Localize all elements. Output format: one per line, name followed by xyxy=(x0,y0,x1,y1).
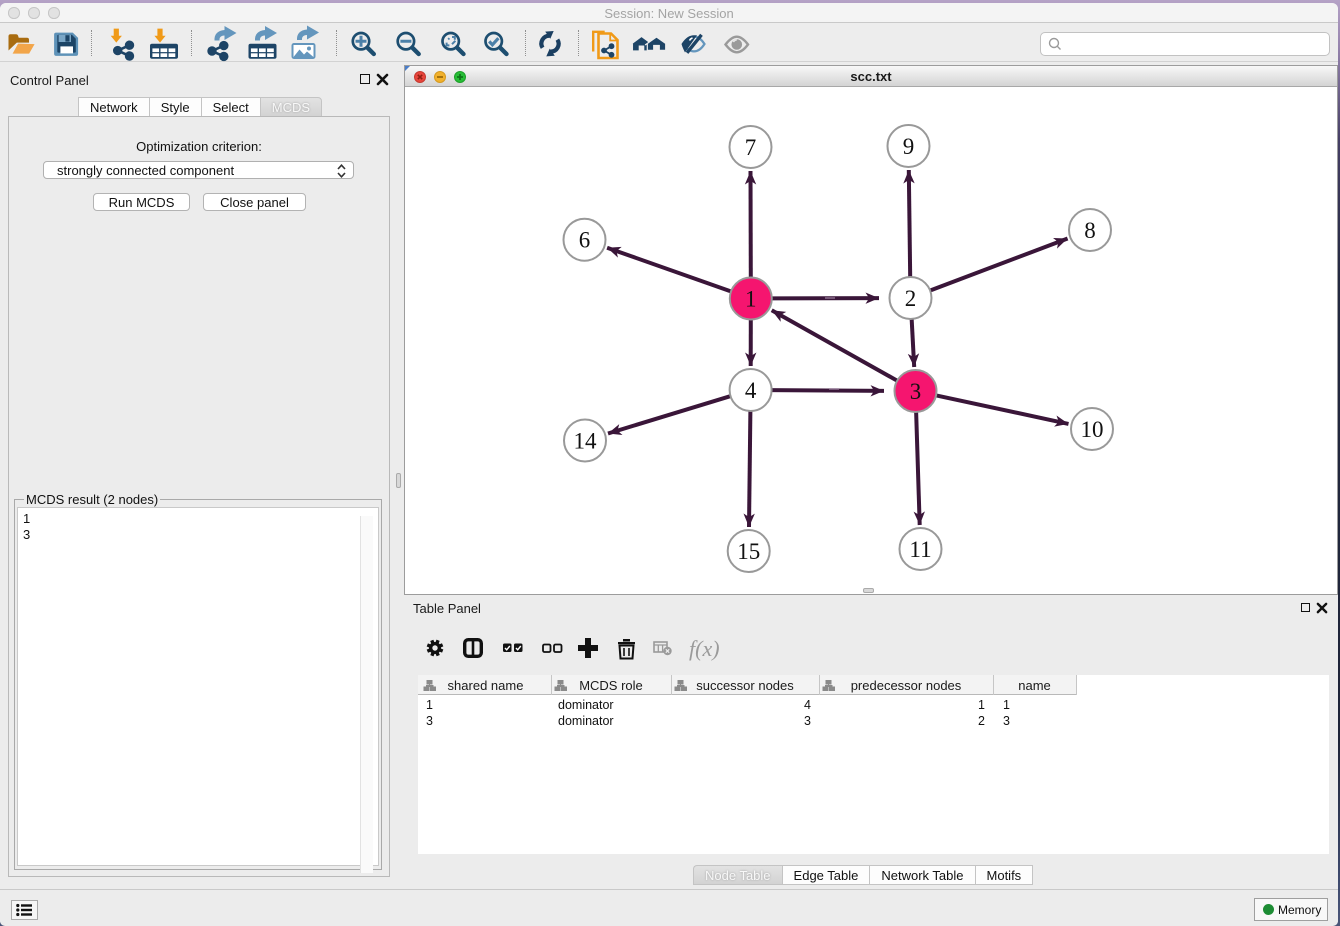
svg-text:11: 11 xyxy=(909,537,931,562)
svg-text:4: 4 xyxy=(745,378,757,403)
svg-text:2: 2 xyxy=(905,286,917,311)
svg-text:7: 7 xyxy=(745,135,757,160)
svg-text:6: 6 xyxy=(579,228,591,253)
svg-text:1: 1 xyxy=(745,287,757,312)
svg-text:8: 8 xyxy=(1084,218,1096,243)
svg-text:9: 9 xyxy=(903,134,915,159)
svg-text:3: 3 xyxy=(910,379,922,404)
svg-text:f(x): f(x) xyxy=(689,636,720,661)
svg-text:14: 14 xyxy=(574,429,598,454)
svg-text:10: 10 xyxy=(1081,417,1104,442)
svg-text:15: 15 xyxy=(737,539,760,564)
